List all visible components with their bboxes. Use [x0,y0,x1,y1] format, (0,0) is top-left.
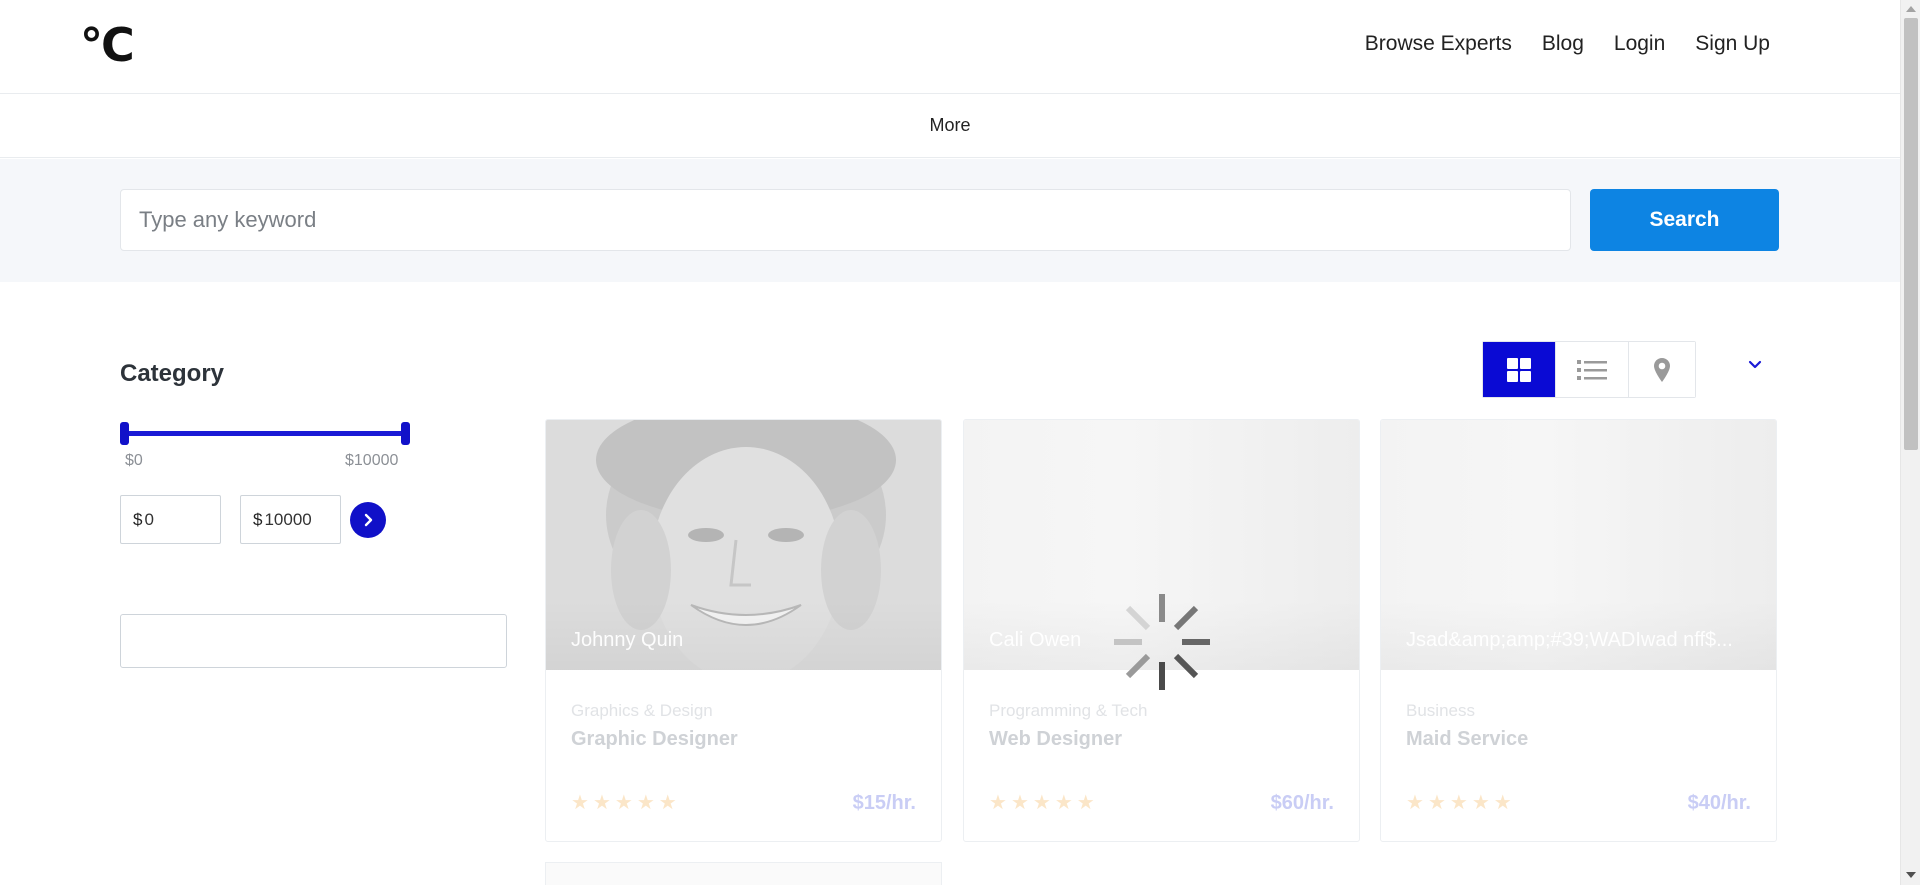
expert-category: Graphics & Design [571,701,713,720]
category-heading: Category [120,360,225,387]
currency-symbol: $ [253,509,263,529]
currency-symbol: $ [133,509,143,529]
apply-price-button[interactable] [350,502,386,538]
star-icon: ★ [636,792,655,814]
map-pin-icon [1654,357,1670,382]
nav-sign-up[interactable]: Sign Up [1695,32,1770,56]
chevron-down-icon [1748,360,1762,369]
price-slider-track[interactable] [124,431,406,436]
rating-stars: ★ ★ ★ ★ ★ [1406,793,1512,813]
star-icon: ★ [1493,792,1512,814]
scroll-up-arrow-icon[interactable] [1906,6,1916,12]
expert-title: Web Designer [989,728,1122,750]
rating-stars: ★ ★ ★ ★ ★ [571,793,677,813]
nav-login[interactable]: Login [1614,32,1665,56]
chevron-right-icon [364,513,373,527]
filter-select[interactable] [120,614,507,668]
search-input[interactable] [120,189,1571,251]
price-max-value: 10000 [264,509,312,529]
rating-stars: ★ ★ ★ ★ ★ [989,793,1095,813]
star-icon: ★ [571,792,589,814]
loading-spinner-icon [1114,594,1210,690]
star-icon: ★ [658,792,677,814]
sub-navbar: More [0,94,1900,158]
page-scrollbar[interactable] [1900,0,1920,885]
star-icon: ★ [1449,792,1468,814]
nav-browse-experts[interactable]: Browse Experts [1365,32,1512,56]
nav-blog[interactable]: Blog [1542,32,1584,56]
expert-title: Graphic Designer [571,728,738,750]
view-mode-toggle [1482,341,1696,398]
star-icon: ★ [1032,792,1051,814]
expert-category: Business [1406,701,1475,720]
star-icon: ★ [592,792,611,814]
expert-card[interactable]: Jsad&amp;amp;#39;WADIwad nff$... Busines… [1380,419,1777,842]
hourly-rate: $15/hr. [852,792,916,814]
site-header: °C Browse Experts Blog Login Sign Up [0,0,1900,94]
star-icon: ★ [1406,792,1424,814]
price-min-label: $0 [125,452,143,469]
expert-title: Maid Service [1406,728,1529,750]
grid-icon [1507,357,1531,382]
sort-dropdown-toggle[interactable] [1748,357,1762,375]
price-max-input[interactable]: $ 10000 [240,495,341,544]
expert-card[interactable]: Johnny Quin Graphics & Design Graphic De… [545,419,942,842]
list-icon [1577,359,1607,380]
price-slider-max-handle[interactable] [401,422,410,445]
hourly-rate: $60/hr. [1270,792,1334,814]
star-icon: ★ [614,792,633,814]
expert-category: Programming & Tech [989,701,1148,720]
star-icon: ★ [1054,792,1073,814]
expert-card-partial[interactable] [545,862,942,885]
search-section: Search [0,159,1900,282]
map-view-button[interactable] [1629,342,1695,397]
expert-name: Jsad&amp;amp;#39;WADIwad nff$... [1406,629,1733,651]
price-slider-min-handle[interactable] [120,422,129,445]
expert-name: Johnny Quin [571,629,684,651]
scroll-thumb[interactable] [1904,18,1918,450]
search-button[interactable]: Search [1590,189,1779,251]
logo[interactable]: °C [80,22,135,68]
price-min-input[interactable]: $ 0 [120,495,221,544]
star-icon: ★ [1010,792,1029,814]
more-menu[interactable]: More [929,115,970,136]
grid-view-button[interactable] [1483,342,1556,397]
main-nav: Browse Experts Blog Login Sign Up [1365,32,1770,56]
star-icon: ★ [989,792,1007,814]
price-max-label: $10000 [345,452,399,469]
price-min-value: 0 [144,509,154,529]
scroll-down-arrow-icon[interactable] [1906,872,1916,878]
star-icon: ★ [1076,792,1095,814]
star-icon: ★ [1427,792,1446,814]
star-icon: ★ [1471,792,1490,814]
hourly-rate: $40/hr. [1687,792,1751,814]
list-view-button[interactable] [1556,342,1629,397]
